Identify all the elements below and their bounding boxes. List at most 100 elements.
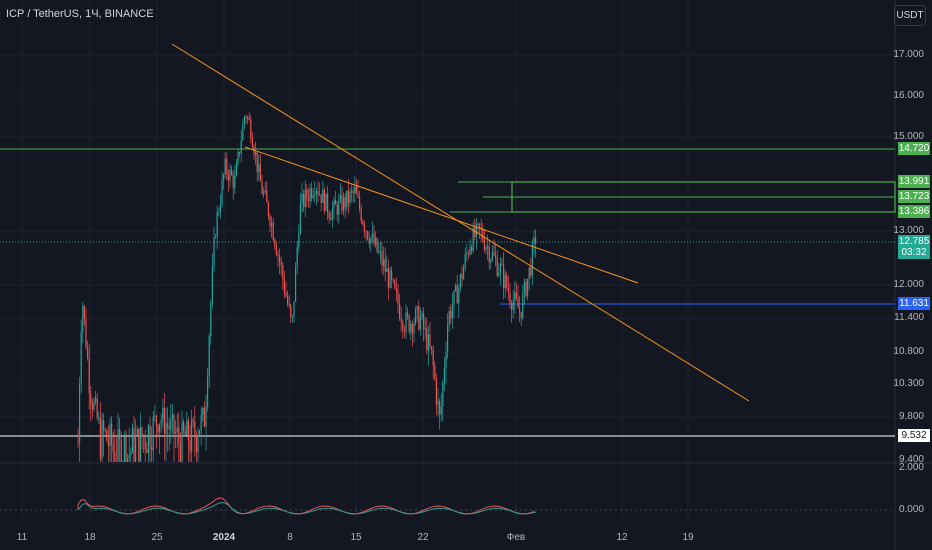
candle-body [125, 436, 127, 462]
candle-body [96, 398, 98, 418]
candle-body [138, 428, 140, 462]
candle-body [512, 300, 514, 310]
candle-body [186, 420, 188, 435]
price-label: 10.300 [893, 378, 924, 389]
candle-body [243, 117, 245, 125]
candle-body [133, 428, 135, 462]
candle-body [178, 427, 180, 444]
candle-body [128, 455, 130, 458]
candle-body [171, 414, 173, 420]
candle-body [463, 267, 465, 280]
price-badge: 12.785 03:32 [898, 235, 930, 259]
candle-body [402, 322, 404, 331]
candle-body [245, 117, 247, 119]
candle-body [363, 224, 365, 232]
price-chart[interactable] [0, 0, 932, 550]
candle-body [295, 266, 297, 302]
candle-body [403, 330, 405, 332]
candle-body [226, 158, 228, 174]
candle-body [101, 420, 103, 459]
candle-body [442, 382, 444, 407]
candle-body [315, 190, 317, 195]
candle-body [192, 419, 194, 422]
candle-body [279, 255, 281, 263]
candle-body [531, 243, 533, 276]
candle-body [239, 151, 241, 154]
candle-body [176, 427, 178, 432]
candle-body [467, 253, 469, 255]
candle-body [296, 247, 298, 267]
candle-body [391, 270, 393, 280]
candle-body [418, 306, 420, 330]
candle-body [359, 197, 361, 209]
candle-body [495, 255, 497, 259]
candle-body [135, 434, 137, 462]
candle-body [274, 239, 276, 247]
candle-body [496, 258, 498, 276]
candle-body [450, 311, 452, 319]
candle-body [410, 324, 412, 332]
currency-selector[interactable]: USDT [894, 5, 926, 26]
candle-body [411, 324, 413, 334]
candle-body [407, 312, 409, 316]
candle-body [112, 445, 114, 452]
candle-body [461, 274, 463, 280]
candle-body [520, 312, 522, 318]
candle-body [306, 189, 308, 199]
candle-body [439, 400, 441, 415]
candle-body [227, 173, 229, 181]
candle-body [152, 416, 154, 451]
candle-body [451, 305, 453, 319]
candle-body [104, 429, 106, 431]
candle-body [154, 415, 156, 417]
candle-body [338, 200, 340, 215]
price-badge-value: 13.991 [898, 176, 930, 187]
candle-body [371, 233, 373, 238]
candle-body [144, 434, 146, 450]
candle-body [234, 176, 236, 188]
candle-body [146, 449, 148, 454]
candle-body [381, 251, 383, 266]
candle-body [314, 194, 316, 196]
candle-body [455, 285, 457, 291]
candle-body [208, 336, 210, 377]
candle-body [383, 259, 385, 266]
candle-body [440, 406, 442, 415]
candle-body [515, 292, 517, 299]
trendline-main [171, 43, 750, 402]
candle-body [323, 189, 325, 212]
candle-body [464, 254, 466, 268]
candle-body [283, 279, 285, 293]
candle-body [123, 436, 125, 462]
candle-body [117, 428, 119, 462]
candle-body [384, 259, 386, 272]
candle-body [203, 408, 205, 427]
symbol-title[interactable]: ICP / TetherUS, 1Ч, BINANCE [6, 8, 154, 20]
candle-body [187, 420, 189, 441]
candle-body [362, 220, 364, 225]
candle-body [394, 280, 396, 288]
candle-body [437, 400, 439, 405]
candle-body [303, 194, 305, 208]
price-badge: 9.532 [898, 429, 930, 442]
candle-body [237, 151, 239, 165]
candle-body [330, 218, 332, 220]
candle-body [195, 433, 197, 453]
candle-body [429, 334, 431, 347]
time-axis-label: Фев [506, 532, 526, 543]
candle-body [530, 267, 532, 276]
candle-body [493, 252, 495, 256]
candle-body [504, 274, 506, 289]
candle-body [373, 233, 375, 245]
candle-body [87, 347, 89, 358]
candle-body [343, 197, 345, 211]
candle-body [322, 189, 324, 204]
candle-body [535, 236, 537, 244]
candle-body [419, 317, 421, 330]
candle-body [290, 305, 292, 317]
time-axis-label: 22 [417, 532, 429, 543]
candle-body [405, 312, 407, 332]
candle-body [194, 421, 196, 434]
candle-body [431, 346, 433, 350]
candle-body [517, 298, 519, 309]
